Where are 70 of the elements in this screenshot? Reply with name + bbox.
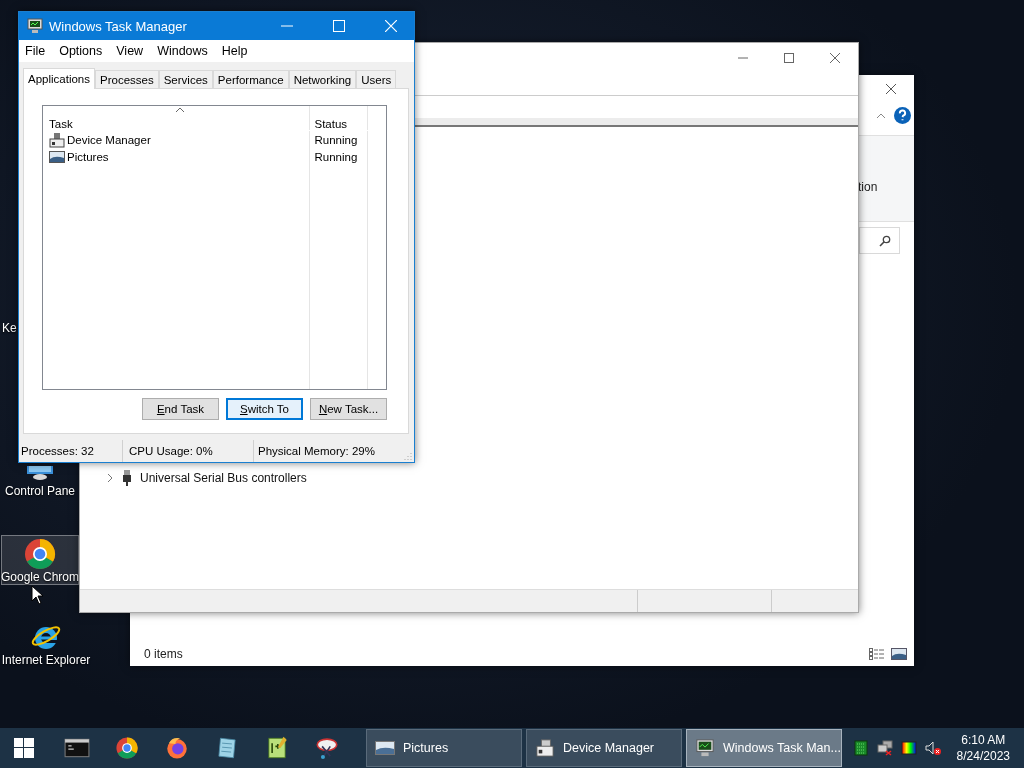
menu-item[interactable]: Options: [59, 44, 103, 58]
close-icon[interactable]: [886, 84, 896, 94]
computer-monitor-icon: [27, 18, 43, 34]
item-count: 0 items: [144, 647, 183, 661]
desktop-icon[interactable]: Control Pane: [1, 463, 79, 499]
usb-plug-icon: [122, 470, 132, 486]
status-text: CPU Usage: 0%: [123, 440, 254, 462]
thumbnail-view-icon[interactable]: [891, 648, 907, 660]
scissors-icon[interactable]: [314, 735, 340, 761]
speaker-muted-icon[interactable]: [924, 740, 941, 756]
desktop-icon[interactable]: Ke: [1, 320, 18, 336]
tree-item[interactable]: Universal Serial Bus controllers: [106, 469, 858, 487]
color-palette-icon[interactable]: [900, 740, 917, 756]
status-text: Processes: 32: [19, 440, 123, 462]
mouse-pointer-icon: [31, 585, 43, 605]
network-error-icon[interactable]: [876, 740, 893, 756]
tab[interactable]: Networking: [288, 70, 357, 88]
chevron-up-icon[interactable]: [876, 113, 886, 119]
menu-item[interactable]: View: [116, 44, 144, 58]
task-status: Running: [308, 131, 368, 148]
dialog-button[interactable]: End Task: [142, 398, 219, 420]
resize-grip-icon[interactable]: [402, 450, 412, 460]
tab[interactable]: Performance: [212, 70, 289, 88]
clock-date: 8/24/2023: [956, 748, 1010, 764]
desktop-icon[interactable]: Google Chrom: [1, 535, 79, 585]
desktop-icon[interactable]: Internet Explorer: [0, 618, 92, 668]
menu-item[interactable]: Windows: [157, 44, 208, 58]
task-name[interactable]: Pictures: [67, 150, 109, 163]
computer-monitor-icon: [695, 739, 715, 757]
close-icon[interactable]: [830, 53, 840, 63]
device-icon: [535, 739, 555, 757]
landscape-image-icon: [375, 739, 395, 757]
icon-label: Google Chrom: [1, 570, 80, 584]
chrome-icon[interactable]: [114, 735, 140, 761]
tab[interactable]: Users: [356, 70, 397, 88]
taskbar-window-button[interactable]: Pictures: [366, 729, 522, 767]
monitor-icon: [24, 466, 56, 480]
tab[interactable]: Applications: [23, 68, 95, 89]
details-view-icon[interactable]: [869, 648, 885, 660]
clock[interactable]: 6:10 AM 8/24/2023: [956, 732, 1010, 764]
tab[interactable]: Processes: [95, 70, 159, 88]
dialog-button[interactable]: Switch To: [226, 398, 303, 420]
icon-label: Control Pane: [4, 484, 75, 498]
column-header[interactable]: Status: [308, 106, 368, 130]
maximize-icon[interactable]: [784, 53, 794, 63]
ribbon-label[interactable]: tion: [858, 180, 878, 194]
search-field[interactable]: [859, 227, 900, 254]
taskbar-window-button[interactable]: Device Manager: [526, 729, 682, 767]
device-icon: [49, 131, 65, 148]
search-icon: [879, 235, 891, 247]
dialog-button[interactable]: New Task...: [310, 398, 387, 420]
window-title: Windows Task Manager: [49, 18, 187, 34]
menu-item[interactable]: File: [25, 44, 46, 58]
start-button-icon[interactable]: [14, 738, 34, 758]
grid-icon[interactable]: [852, 740, 869, 756]
task-name[interactable]: Device Manager: [67, 133, 151, 146]
tab[interactable]: Services: [158, 70, 213, 88]
help-icon[interactable]: [894, 107, 911, 124]
sort-caret-icon: [175, 107, 185, 113]
chrome-icon: [24, 538, 56, 570]
task-status: Running: [308, 148, 368, 165]
landscape-image-icon: [49, 148, 65, 165]
column-header[interactable]: Task: [43, 118, 309, 130]
menu-item[interactable]: Help: [221, 44, 248, 58]
status-text: Physical Memory: 29%: [257, 444, 376, 459]
taskbar-window-button[interactable]: Windows Task Man...: [686, 729, 842, 767]
collapsed-chevron-icon[interactable]: [106, 473, 114, 483]
icon-label: Internet Explorer: [1, 653, 91, 667]
firefox-icon[interactable]: [164, 735, 190, 761]
clock-time: 6:10 AM: [961, 732, 1006, 748]
